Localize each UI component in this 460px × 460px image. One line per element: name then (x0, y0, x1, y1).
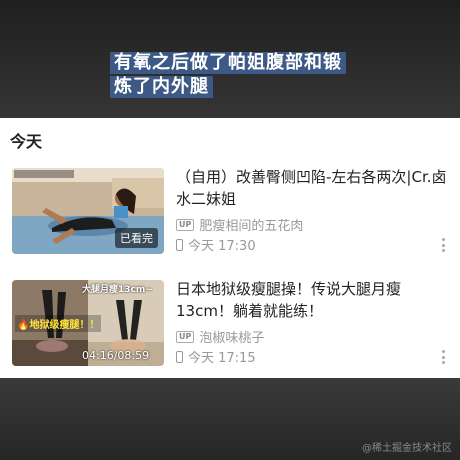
video-title[interactable]: （自用）改善臀侧凹陷-左右各两次|Cr.卤水二妹姐 (176, 166, 452, 210)
watch-time: 今天 17:30 (188, 239, 256, 254)
phone-icon (176, 238, 183, 251)
thumbnail-caption-top: 大腿月瘦13cm~ (82, 285, 153, 295)
video-title[interactable]: 日本地狱级瘦腿操！传说大腿月瘦13cm！躺着就能练！ (176, 278, 452, 322)
uploader-name: 泡椒味桃子 (199, 331, 265, 346)
caption-line-1: 有氧之后做了帕姐腹部和锻 (110, 52, 346, 74)
more-options-icon[interactable] (442, 238, 446, 252)
video-thumbnail[interactable]: 大腿月瘦13cm~ 🔥地狱级瘦腿！！ 04:16/08:59 (12, 280, 164, 366)
section-title-today: 今天 (10, 132, 43, 151)
more-options-icon[interactable] (442, 350, 446, 364)
uploader-name: 肥瘦相间的五花肉 (199, 219, 304, 234)
uploader-row[interactable]: UP 肥瘦相间的五花肉 (176, 215, 303, 234)
phone-icon (176, 350, 183, 363)
watch-time: 今天 17:15 (188, 351, 256, 366)
history-item[interactable]: 已看完 （自用）改善臀侧凹陷-左右各两次|Cr.卤水二妹姐 UP 肥瘦相间的五花… (0, 166, 460, 258)
video-caption: 有氧之后做了帕姐腹部和锻 炼了内外腿 (110, 52, 346, 98)
up-icon: UP (176, 330, 195, 343)
caption-line-2: 炼了内外腿 (110, 76, 213, 98)
watermark: @稀土掘金技术社区 (362, 443, 452, 454)
watch-time-row: 今天 17:15 (176, 347, 256, 366)
history-item[interactable]: 大腿月瘦13cm~ 🔥地狱级瘦腿！！ 04:16/08:59 日本地狱级瘦腿操！… (0, 278, 460, 370)
watch-time-row: 今天 17:30 (176, 235, 256, 254)
watch-history-panel: 今天 已看完 （自用）改善臀侧凹陷-左右各两次|Cr.卤水二妹姐 UP 肥瘦相间… (0, 118, 460, 378)
video-thumbnail[interactable]: 已看完 (12, 168, 164, 254)
watched-badge: 已看完 (115, 228, 158, 248)
up-icon: UP (176, 218, 195, 231)
uploader-row[interactable]: UP 泡椒味桃子 (176, 327, 264, 346)
watch-progress-text: 04:16/08:59 (82, 349, 150, 362)
thumbnail-caption-left: 🔥地狱级瘦腿！！ (15, 315, 102, 332)
